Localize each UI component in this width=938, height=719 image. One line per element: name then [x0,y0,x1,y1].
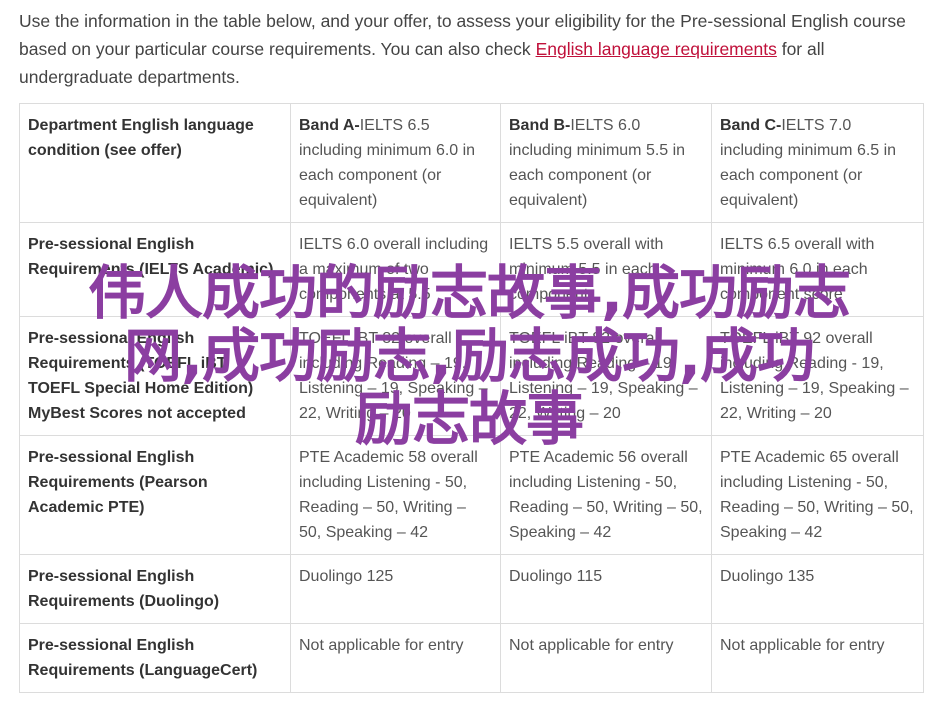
header-band-a-cell: Band A-IELTS 6.5 including minimum 6.0 i… [290,103,501,223]
table-row-toefl: Pre-sessional English Requirements (TOEF… [19,316,924,436]
table-cell: Duolingo 115 [500,554,712,624]
header-band-c-cell: Band C-IELTS 7.0 including minimum 6.5 i… [711,103,924,223]
row-label-cell: Pre-sessional English Requirements (TOEF… [19,316,291,436]
table-header-row: Department English language condition (s… [19,103,924,223]
table-cell: Not applicable for entry [711,623,924,693]
table-cell: PTE Academic 58 overall including Listen… [290,435,501,555]
header-band-b-cell: Band B-IELTS 6.0 including minimum 5.5 i… [500,103,712,223]
table-cell: IELTS 5.5 overall with minimum 5.5 in ea… [500,222,712,317]
requirements-table: Department English language condition (s… [19,103,924,693]
english-language-requirements-link[interactable]: English language requirements [536,39,777,59]
intro-paragraph: Use the information in the table below, … [19,7,924,91]
table-cell: TOEFL iBT 92 overall including Reading -… [711,316,924,436]
row-label-cell: Pre-sessional English Requirements (Pear… [19,435,291,555]
table-cell: Duolingo 135 [711,554,924,624]
band-c-name: Band C- [720,117,782,134]
table-cell: PTE Academic 65 overall including Listen… [711,435,924,555]
table-cell: Not applicable for entry [500,623,712,693]
header-label-cell: Department English language condition (s… [19,103,291,223]
table-cell: IELTS 6.0 overall including a maximum of… [290,222,501,317]
table-cell: Duolingo 125 [290,554,501,624]
band-b-name: Band B- [509,117,571,134]
row-label-cell: Pre-sessional English Requirements (Duol… [19,554,291,624]
row-label-cell: Pre-sessional English Requirements (IELT… [19,222,291,317]
band-a-name: Band A- [299,117,360,134]
table-row-ielts: Pre-sessional English Requirements (IELT… [19,222,924,317]
table-cell: PTE Academic 56 overall including Listen… [500,435,712,555]
table-row-languagecert: Pre-sessional English Requirements (Lang… [19,623,924,693]
table-row-pte: Pre-sessional English Requirements (Pear… [19,435,924,555]
table-row-duolingo: Pre-sessional English Requirements (Duol… [19,554,924,624]
table-cell: TOEFL iBT 82 overall including Reading –… [500,316,712,436]
table-cell: IELTS 6.5 overall with minimum 6.0 in ea… [711,222,924,317]
table-cell: TOEFL iBT 82 overall including Reading –… [290,316,501,436]
table-cell: Not applicable for entry [290,623,501,693]
row-label-cell: Pre-sessional English Requirements (Lang… [19,623,291,693]
